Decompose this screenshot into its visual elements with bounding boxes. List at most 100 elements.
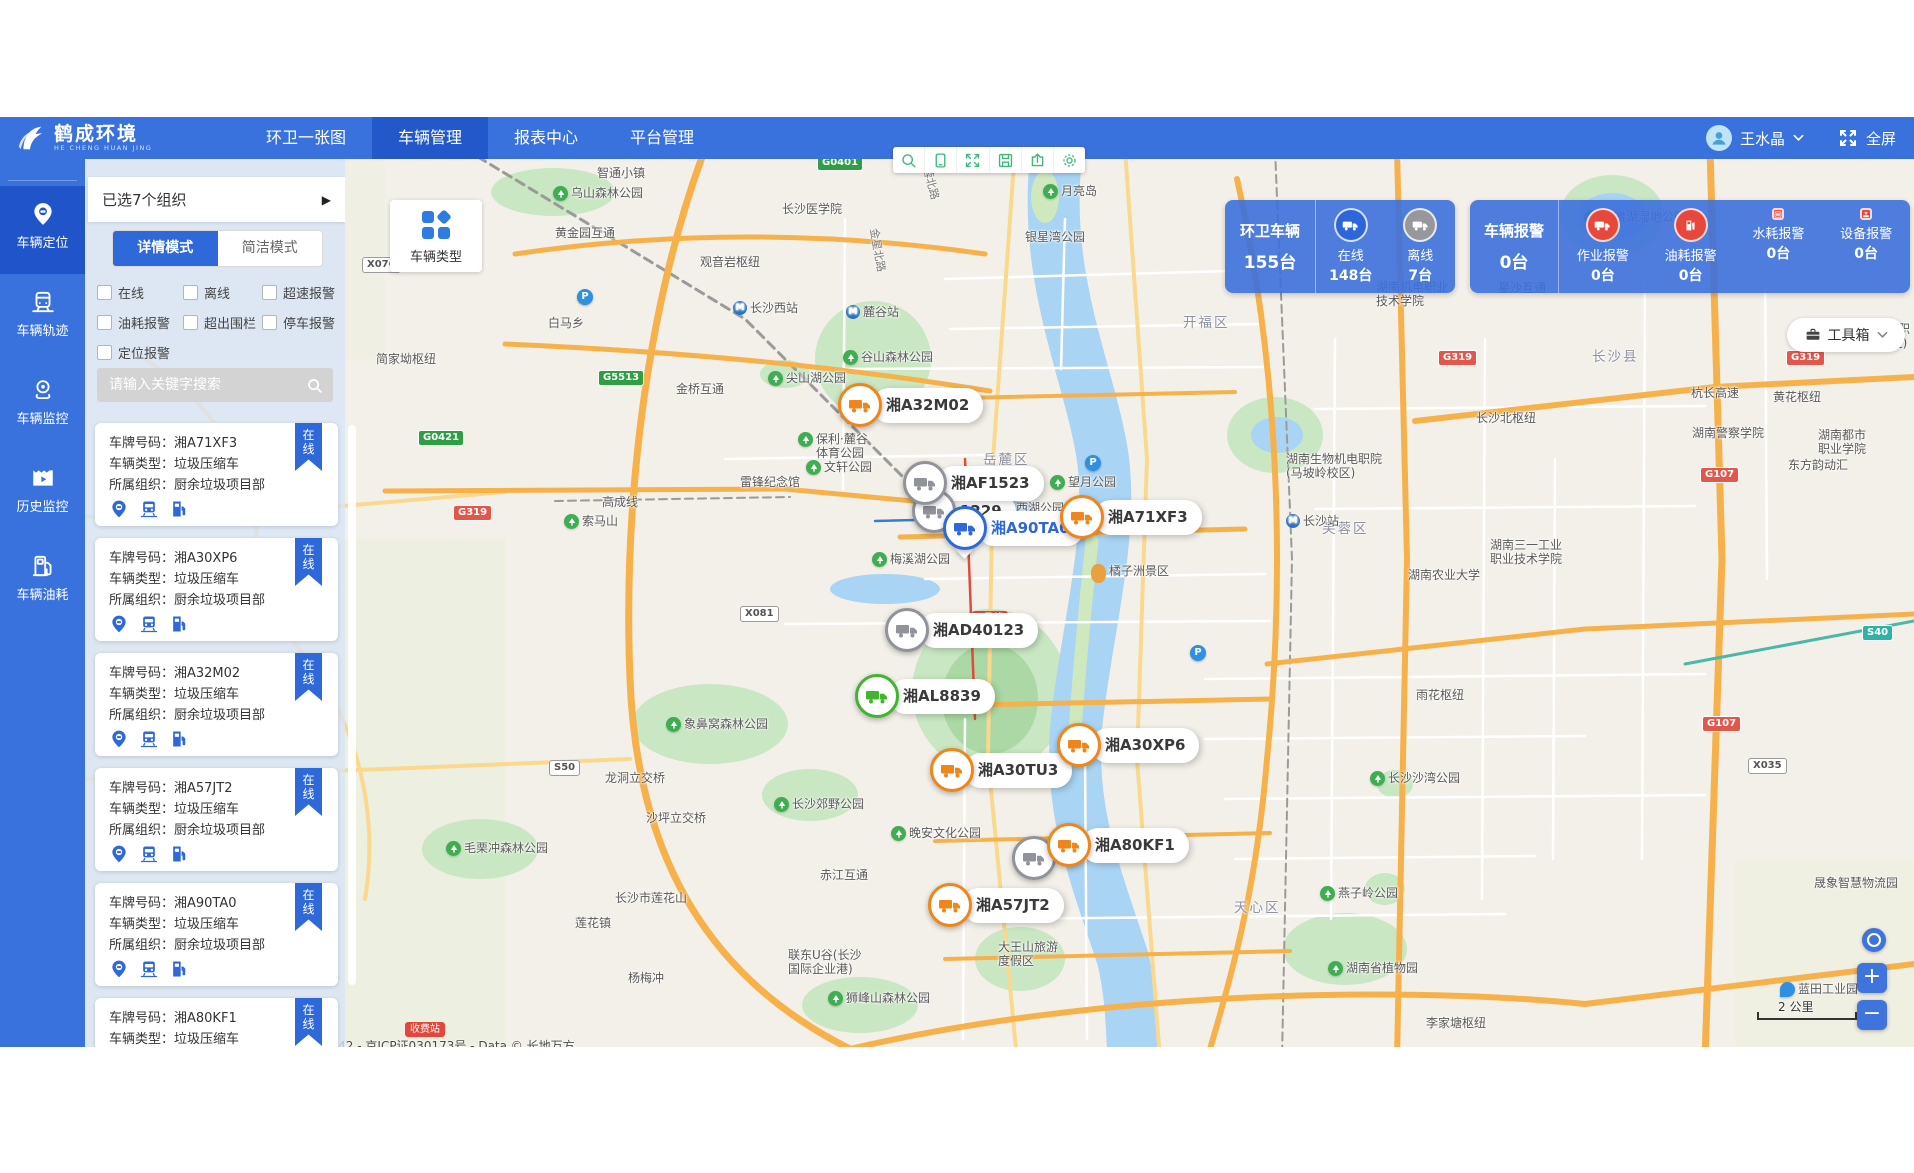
checkbox[interactable]	[183, 285, 198, 300]
fuel-vehicle-icon[interactable]	[169, 729, 189, 753]
mode-tab-1[interactable]: 详情模式	[113, 231, 218, 266]
place-label: 湖南农业大学	[1408, 568, 1480, 582]
offline-truck-icon	[1403, 208, 1437, 242]
save-icon[interactable]	[990, 147, 1022, 173]
alarm-stat-4[interactable]: 设备报警0台	[1822, 200, 1910, 293]
export-icon[interactable]	[1022, 147, 1054, 173]
metro-icon: M	[733, 301, 747, 315]
park-icon	[806, 460, 821, 475]
place-label: 谷山森林公园	[843, 350, 933, 365]
search-input[interactable]	[107, 376, 306, 394]
sidebar-item-4[interactable]: 历史监控	[0, 450, 85, 538]
vehicle-marker[interactable]: 湘AF1523	[903, 461, 1044, 505]
sidebar-item-5[interactable]: 车辆油耗	[0, 538, 85, 626]
filter-checkbox[interactable]: 停车报警	[262, 313, 335, 332]
vehicle-marker[interactable]: 湘A80KF1	[1047, 823, 1189, 867]
road-shield: S40	[1862, 625, 1893, 641]
vehicle-card[interactable]: 车牌号码：湘A90TA0车辆类型：垃圾压缩车所属组织：厨余垃圾项目部在 线	[95, 883, 338, 986]
filter-checkbox[interactable]: 油耗报警	[97, 313, 183, 332]
expand-icon[interactable]	[957, 147, 989, 173]
place-label: 杭长高速	[1691, 386, 1739, 400]
fuel-alarm-icon	[1674, 208, 1708, 242]
nav-item-1[interactable]: 环卫一张图	[240, 117, 372, 159]
fullscreen-icon[interactable]	[1838, 128, 1858, 148]
nav-item-3[interactable]: 报表中心	[488, 117, 604, 159]
user-avatar-icon[interactable]	[1706, 125, 1732, 151]
alarm-stat-1[interactable]: 作业报警0台	[1559, 200, 1647, 293]
toolbox-label: 工具箱	[1828, 325, 1870, 345]
vehicle-card[interactable]: 车牌号码：湘A32M02车辆类型：垃圾压缩车所属组织：厨余垃圾项目部在 线	[95, 653, 338, 756]
nav-item-2[interactable]: 车辆管理	[372, 117, 488, 159]
locate-vehicle-icon[interactable]	[109, 614, 129, 638]
locate-vehicle-icon[interactable]	[109, 959, 129, 983]
fuel-vehicle-icon[interactable]	[169, 844, 189, 868]
locate-vehicle-icon[interactable]	[109, 729, 129, 753]
vehicle-card[interactable]: 车牌号码：湘A80KF1车辆类型：垃圾压缩车所属组织：厨余垃圾项目部在 线	[95, 998, 338, 1047]
checkbox[interactable]	[97, 315, 112, 330]
filter-checkbox[interactable]: 超出围栏	[183, 313, 262, 332]
panel-scrollbar[interactable]	[348, 425, 356, 985]
vehicle-type-button[interactable]: 车辆类型	[390, 200, 482, 272]
checkbox[interactable]	[183, 315, 198, 330]
parking-icon: P	[577, 289, 593, 305]
locate-control[interactable]	[1862, 928, 1886, 952]
filter-checkbox[interactable]: 在线	[97, 283, 183, 302]
org-selector[interactable]: 已选7个组织 ▶	[88, 177, 345, 222]
place-label: 莲花镇	[575, 916, 611, 930]
checkbox[interactable]	[97, 345, 112, 360]
search-icon[interactable]	[306, 377, 323, 394]
vehicle-marker[interactable]: 湘A30XP6	[1057, 723, 1199, 767]
vehicle-marker[interactable]: 湘A30TU3	[930, 748, 1072, 792]
track-vehicle-icon[interactable]	[139, 844, 159, 868]
fullscreen-label[interactable]: 全屏	[1866, 128, 1896, 149]
vehicle-marker[interactable]: 湘A32M02	[838, 383, 983, 427]
track-vehicle-icon[interactable]	[139, 614, 159, 638]
user-name[interactable]: 王水晶	[1740, 128, 1785, 149]
alarm-stat-2[interactable]: 油耗报警0台	[1647, 200, 1735, 293]
vehicle-marker[interactable]: 湘AD40123	[885, 608, 1038, 652]
truck-icon	[928, 883, 972, 927]
vehicle-marker[interactable]: 湘A71XF3	[1060, 495, 1202, 539]
place-label: 长沙医学院	[782, 202, 842, 216]
vehicle-card[interactable]: 车牌号码：湘A57JT2车辆类型：垃圾压缩车所属组织：厨余垃圾项目部在 线	[95, 768, 338, 871]
search-box[interactable]	[97, 368, 333, 402]
track-vehicle-icon[interactable]	[139, 959, 159, 983]
vehicle-marker[interactable]: 湘A57JT2	[928, 883, 1064, 927]
fuel-vehicle-icon[interactable]	[169, 499, 189, 523]
vehicle-card[interactable]: 车牌号码：湘A71XF3车辆类型：垃圾压缩车所属组织：厨余垃圾项目部在 线	[95, 423, 338, 526]
place-label: 湖南三一工业 职业技术学院	[1490, 538, 1562, 566]
alarm-stat-3[interactable]: 水耗报警0台	[1735, 200, 1823, 293]
fuel-vehicle-icon[interactable]	[169, 614, 189, 638]
checkbox[interactable]	[97, 285, 112, 300]
fuel-vehicle-icon[interactable]	[169, 959, 189, 983]
filter-checkbox[interactable]: 超速报警	[262, 283, 335, 302]
track-vehicle-icon[interactable]	[139, 729, 159, 753]
offline-stat[interactable]: 离线 7台	[1386, 200, 1456, 293]
search-icon[interactable]	[893, 147, 925, 173]
toolbox-button[interactable]: 工具箱	[1787, 318, 1905, 352]
zoom-out-button[interactable]: −	[1857, 1000, 1887, 1030]
filter-checkbox[interactable]: 定位报警	[97, 343, 183, 362]
vehicle-org: 所属组织：厨余垃圾项目部	[109, 820, 338, 841]
track-vehicle-icon[interactable]	[139, 499, 159, 523]
sidebar-item-3[interactable]: 车辆监控	[0, 362, 85, 450]
settings-icon[interactable]	[1054, 147, 1085, 173]
checkbox[interactable]	[262, 315, 277, 330]
nav-item-4[interactable]: 平台管理	[604, 117, 720, 159]
locate-vehicle-icon[interactable]	[109, 499, 129, 523]
vehicle-card[interactable]: 车牌号码：湘A30XP6车辆类型：垃圾压缩车所属组织：厨余垃圾项目部在 线	[95, 538, 338, 641]
zoom-in-button[interactable]: +	[1857, 963, 1887, 993]
place-label: 湖南省植物园	[1328, 961, 1418, 976]
filter-checkbox[interactable]: 离线	[183, 283, 262, 302]
mode-tab-2[interactable]: 简洁模式	[218, 231, 323, 266]
vehicle-marker[interactable]: 湘AL8839	[855, 674, 995, 718]
chevron-down-icon[interactable]	[1793, 134, 1804, 142]
device-icon[interactable]	[925, 147, 957, 173]
sidebar-item-2[interactable]: 车辆轨迹	[0, 274, 85, 362]
sidebar-item-1[interactable]: 车辆定位	[0, 186, 85, 274]
place-label: M长沙站	[1286, 514, 1339, 528]
online-stat[interactable]: 在线 148台	[1316, 200, 1386, 293]
park-icon	[798, 432, 813, 447]
locate-vehicle-icon[interactable]	[109, 844, 129, 868]
checkbox[interactable]	[262, 285, 277, 300]
